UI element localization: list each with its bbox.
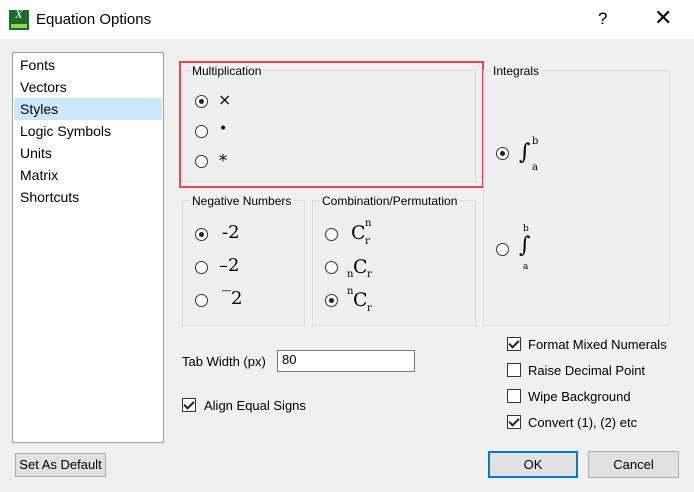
app-icon: X — [9, 10, 29, 30]
convert-numbering-checkbox[interactable] — [507, 415, 521, 429]
category-item-logic-symbols[interactable]: Logic Symbols — [14, 120, 162, 142]
category-item-shortcuts[interactable]: Shortcuts — [14, 186, 162, 208]
combination-option-2-sub: r — [367, 269, 372, 280]
integral-symbol-2: ∫ — [519, 233, 531, 258]
integral-upper-1: b — [532, 136, 539, 147]
integrals-radio-side-limits[interactable] — [496, 147, 509, 160]
set-as-default-button[interactable]: Set As Default — [15, 453, 106, 477]
combination-option-3-base: C — [353, 289, 368, 311]
tab-width-label: Tab Width (px) — [182, 354, 266, 369]
integral-lower-1: a — [532, 162, 538, 173]
category-item-matrix[interactable]: Matrix — [14, 164, 162, 186]
raise-decimal-point-label: Raise Decimal Point — [528, 363, 646, 378]
combination-option-3-sub: r — [367, 303, 372, 314]
category-item-fonts[interactable]: Fonts — [14, 54, 162, 76]
format-mixed-numerals-label: Format Mixed Numerals — [528, 337, 667, 352]
combination-option-1-base: C — [351, 222, 366, 244]
help-button[interactable]: ? — [598, 9, 607, 29]
multiplication-highlight — [179, 61, 484, 188]
close-button[interactable]: ✕ — [654, 6, 672, 31]
negative-option-raised: ‾2 — [222, 288, 243, 309]
negative-numbers-label: Negative Numbers — [190, 194, 294, 208]
category-item-styles[interactable]: Styles — [14, 98, 162, 120]
integrals-radio-over-under-limits[interactable] — [496, 243, 509, 256]
raise-decimal-point-checkbox[interactable] — [507, 363, 521, 377]
integrals-group — [483, 70, 670, 326]
convert-numbering-label: Convert (1), (2) etc — [528, 415, 638, 430]
negative-radio-raised[interactable] — [195, 294, 208, 307]
negative-option-endash: –2 — [219, 255, 240, 276]
integrals-label: Integrals — [491, 64, 542, 78]
combination-option-1-sub: r — [365, 236, 370, 247]
combination-radio-1[interactable] — [325, 228, 338, 241]
category-list[interactable]: Fonts Vectors Styles Logic Symbols Units… — [12, 52, 164, 443]
negative-radio-endash[interactable] — [195, 261, 208, 274]
align-equal-signs-checkbox[interactable] — [182, 398, 196, 412]
combination-radio-3[interactable] — [325, 294, 338, 307]
ok-button[interactable]: OK — [488, 451, 578, 478]
negative-radio-hyphen[interactable] — [195, 228, 208, 241]
combination-option-1-sup: n — [365, 218, 372, 229]
combination-radio-2[interactable] — [325, 261, 338, 274]
combination-label: Combination/Permutation — [320, 194, 460, 208]
format-mixed-numerals-checkbox[interactable] — [507, 337, 521, 351]
wipe-background-label: Wipe Background — [528, 389, 631, 404]
negative-option-hyphen: -2 — [222, 222, 240, 243]
tab-width-input[interactable]: 80 — [277, 350, 415, 372]
combination-option-2-base: C — [353, 256, 368, 278]
align-equal-signs-label: Align Equal Signs — [204, 398, 306, 413]
cancel-button[interactable]: Cancel — [588, 451, 679, 478]
integral-symbol-1: ∫ — [519, 140, 531, 165]
window-title: Equation Options — [36, 11, 152, 28]
category-item-units[interactable]: Units — [14, 142, 162, 164]
category-item-vectors[interactable]: Vectors — [14, 76, 162, 98]
wipe-background-checkbox[interactable] — [507, 389, 521, 403]
integral-lower-2: a — [523, 262, 529, 272]
